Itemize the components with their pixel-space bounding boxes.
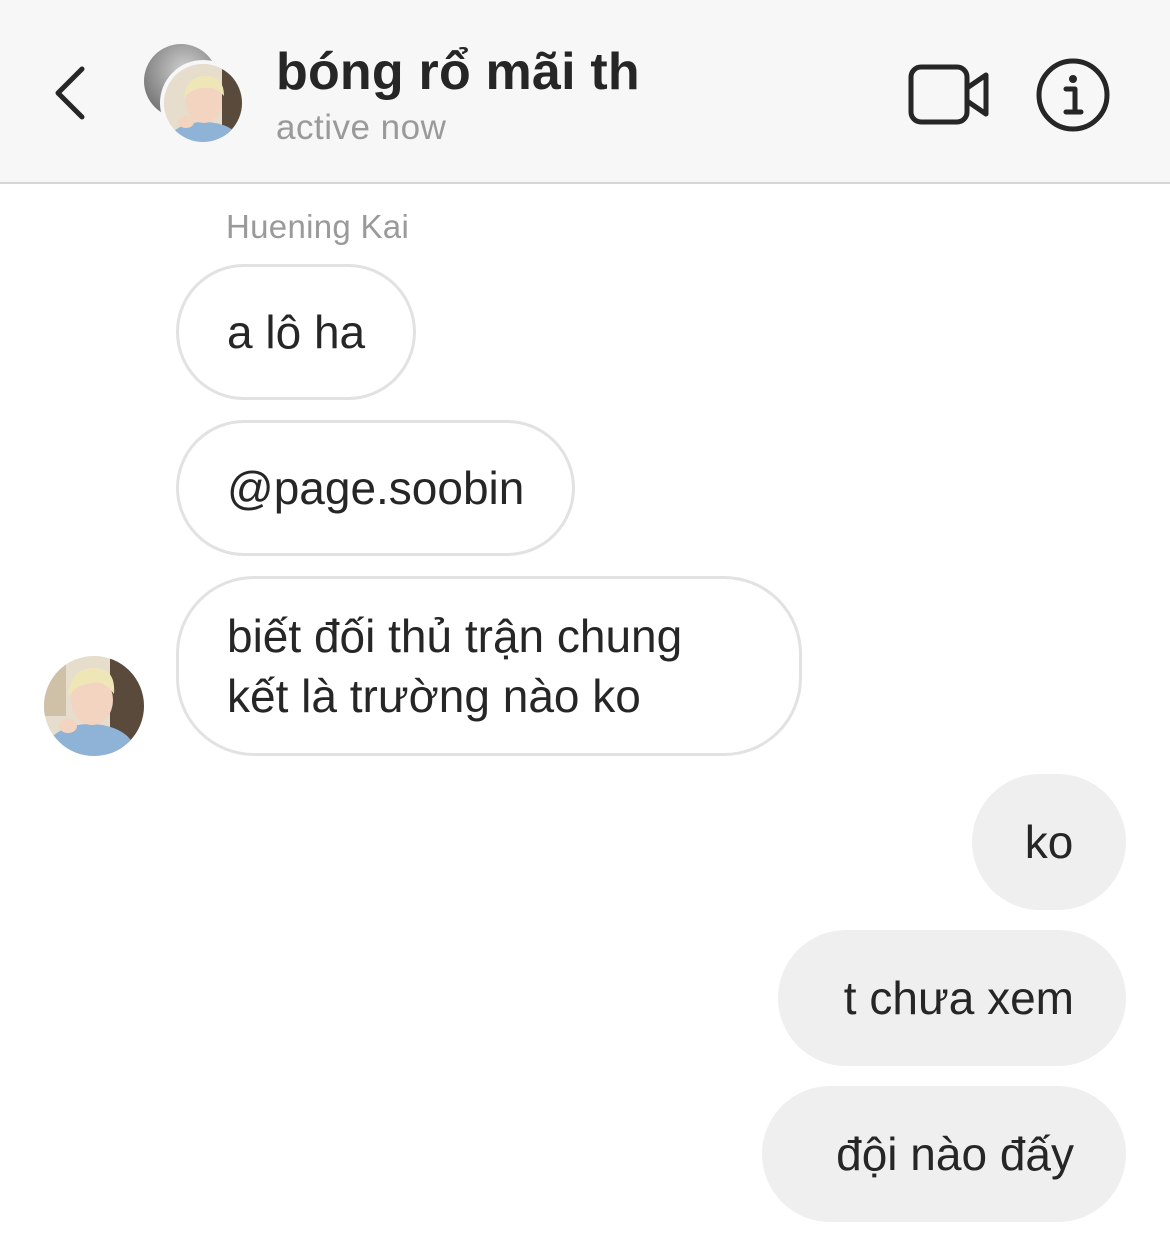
info-icon: [1036, 58, 1110, 132]
chat-title[interactable]: bóng rổ mãi th: [276, 42, 640, 102]
back-button[interactable]: [40, 58, 100, 128]
outgoing-message[interactable]: t chưa xem: [778, 930, 1126, 1066]
incoming-message[interactable]: a lô ha: [176, 264, 417, 400]
chevron-left-icon: [55, 66, 85, 120]
message-text: t chưa xem: [843, 972, 1074, 1024]
sender-avatar[interactable]: [44, 656, 144, 756]
message-text: @page.soobin: [227, 462, 525, 514]
member-avatar-primary: [160, 60, 246, 146]
outgoing-message[interactable]: đội nào đấy: [762, 1086, 1126, 1222]
message-text: đội nào đấy: [836, 1128, 1074, 1180]
video-camera-icon: [908, 64, 989, 125]
group-avatar[interactable]: [140, 40, 250, 150]
incoming-message[interactable]: biết đối thủ trận chung kết là trường nà…: [176, 576, 802, 756]
chat-header: bóng rổ mãi th active now: [0, 0, 1170, 184]
incoming-message-mention[interactable]: @page.soobin: [176, 420, 576, 556]
active-status: active now: [276, 108, 447, 147]
info-button[interactable]: [1034, 56, 1112, 134]
video-call-button[interactable]: [906, 60, 992, 130]
outgoing-message[interactable]: ko: [972, 774, 1126, 910]
message-text: ko: [1024, 816, 1074, 868]
sender-name: Huening Kai: [226, 208, 410, 245]
message-text: a lô ha: [227, 306, 366, 358]
message-text: biết đối thủ trận chung kết là trường nà…: [227, 610, 683, 722]
